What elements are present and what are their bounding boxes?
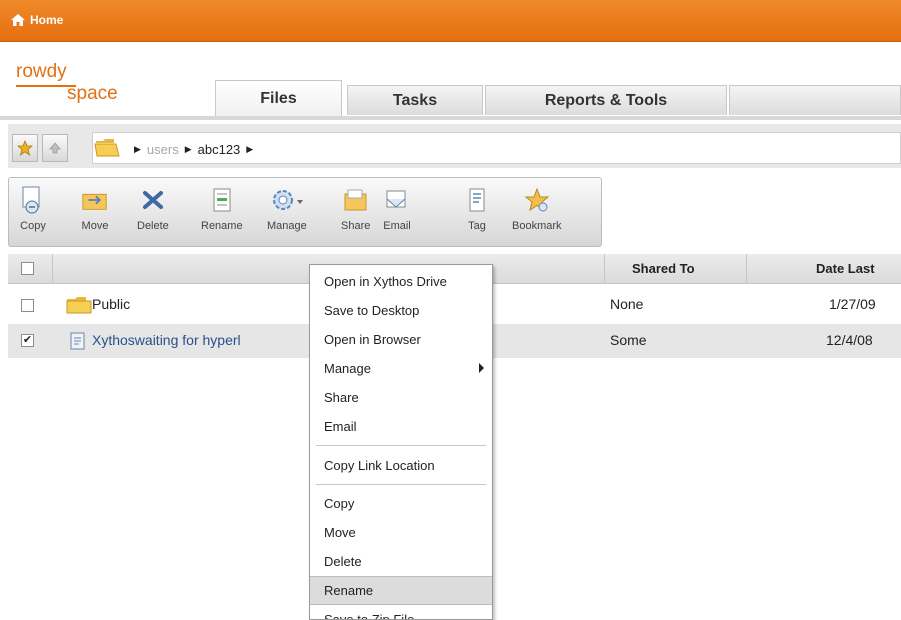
menu-item-save-to-zip-file[interactable]: Save to Zip File xyxy=(310,605,492,619)
copy-icon xyxy=(19,184,47,216)
column-shared-to[interactable]: Shared To xyxy=(632,261,695,276)
rowdyspace-logo: rowdy space xyxy=(16,62,131,106)
select-all-checkbox[interactable] xyxy=(21,262,34,275)
open-folder-icon xyxy=(94,139,120,157)
email-button[interactable]: Email xyxy=(383,184,411,232)
breadcrumb-item-abc123[interactable]: abc123 xyxy=(198,142,241,157)
row-checkbox[interactable] xyxy=(21,299,34,312)
manage-button[interactable]: Manage xyxy=(267,184,307,232)
menu-item-open-in-xythos-drive[interactable]: Open in Xythos Drive xyxy=(310,267,492,296)
file-toolbar: Copy Move Delete Rename Manage Share Ema… xyxy=(8,177,602,247)
home-link[interactable]: Home xyxy=(10,10,63,30)
up-arrow-icon xyxy=(49,142,61,154)
tab-tasks[interactable]: Tasks xyxy=(347,85,483,115)
menu-item-rename[interactable]: Rename xyxy=(310,576,492,605)
row-checkbox[interactable]: ✔ xyxy=(21,334,34,347)
menu-separator xyxy=(316,484,486,485)
email-icon xyxy=(383,184,411,216)
home-icon xyxy=(11,14,25,26)
document-icon xyxy=(70,332,85,350)
up-level-button[interactable] xyxy=(42,134,68,162)
column-date-last[interactable]: Date Last xyxy=(816,261,875,276)
context-menu: Open in Xythos Drive Save to Desktop Ope… xyxy=(309,264,493,620)
delete-icon xyxy=(139,184,167,216)
file-name[interactable]: Public xyxy=(92,296,130,312)
tag-icon xyxy=(463,184,491,216)
delete-button[interactable]: Delete xyxy=(137,184,169,232)
tab-files[interactable]: Files xyxy=(215,80,342,116)
logo-line1: rowdy xyxy=(16,61,67,82)
menu-item-share[interactable]: Share xyxy=(310,383,492,412)
menu-item-open-in-browser[interactable]: Open in Browser xyxy=(310,325,492,354)
menu-item-save-to-desktop[interactable]: Save to Desktop xyxy=(310,296,492,325)
rename-icon xyxy=(208,184,236,216)
shared-to-value: None xyxy=(610,296,644,312)
gear-icon xyxy=(269,184,305,216)
home-label: Home xyxy=(30,13,64,27)
tab-empty xyxy=(729,85,901,115)
logo-line2: space xyxy=(67,83,118,104)
tag-button[interactable]: Tag xyxy=(463,184,491,232)
share-icon xyxy=(342,184,370,216)
breadcrumb-item-users[interactable]: users xyxy=(147,142,179,157)
submenu-arrow-icon xyxy=(479,363,484,373)
copy-button[interactable]: Copy xyxy=(19,184,47,232)
menu-item-email[interactable]: Email xyxy=(310,412,492,441)
menu-item-delete[interactable]: Delete xyxy=(310,547,492,576)
date-value: 1/27/09 xyxy=(829,296,876,312)
menu-separator xyxy=(316,445,486,446)
move-button[interactable]: Move xyxy=(81,184,109,232)
menu-item-copy[interactable]: Copy xyxy=(310,489,492,518)
menu-item-copy-link-location[interactable]: Copy Link Location xyxy=(310,451,492,480)
folder-icon xyxy=(66,297,92,314)
date-value: 12/4/08 xyxy=(826,332,873,348)
move-icon xyxy=(81,184,109,216)
menu-item-move[interactable]: Move xyxy=(310,518,492,547)
bookmark-star-icon xyxy=(523,184,551,216)
tab-reports-tools[interactable]: Reports & Tools xyxy=(485,85,727,115)
file-name[interactable]: Xythoswaiting for hyperl xyxy=(92,332,241,348)
bookmark-button[interactable]: Bookmark xyxy=(512,184,562,232)
shared-to-value: Some xyxy=(610,332,647,348)
favorites-button[interactable] xyxy=(12,134,38,162)
main-tabs: Files Tasks Reports & Tools xyxy=(215,80,901,116)
top-bar: Home xyxy=(0,0,901,42)
menu-item-manage[interactable]: Manage xyxy=(310,354,492,383)
breadcrumb: ▶ users ▶ abc123 ▶ xyxy=(134,142,254,157)
share-button[interactable]: Share xyxy=(341,184,370,232)
rename-button[interactable]: Rename xyxy=(201,184,243,232)
star-icon xyxy=(17,140,33,156)
